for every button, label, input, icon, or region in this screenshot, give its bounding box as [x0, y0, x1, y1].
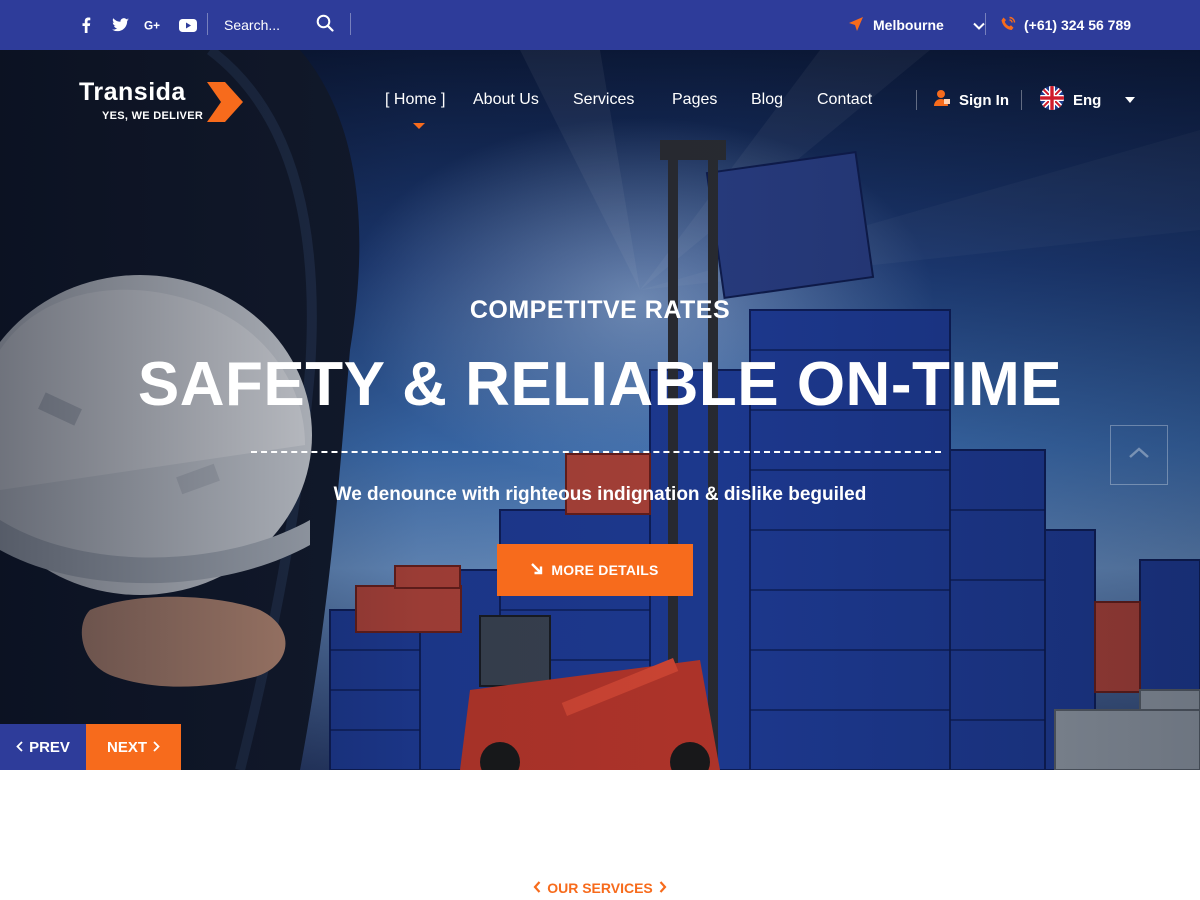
phone-number: (+61) 324 56 789 — [1024, 17, 1132, 33]
divider — [1021, 90, 1022, 110]
nav-services[interactable]: Services — [573, 88, 634, 112]
language-selector[interactable]: Eng — [1040, 86, 1136, 114]
nav-pages[interactable]: Pages — [672, 88, 717, 112]
site-logo[interactable]: Transida YES, WE DELIVER — [79, 78, 249, 126]
section-label: OUR SERVICES — [547, 880, 653, 896]
hero-headline: SAFETY & RELIABLE ON-TIME — [137, 350, 1063, 419]
hero-divider — [251, 451, 941, 453]
search-icon[interactable] — [316, 14, 334, 37]
nav-pages-link[interactable]: Pages — [672, 91, 717, 108]
nav-home-link[interactable]: [ Home ] — [385, 91, 445, 108]
active-caret-icon — [413, 123, 425, 129]
location-label: Melbourne — [873, 17, 944, 33]
chevron-right-icon — [153, 739, 160, 756]
top-bar: G+ Melbourne (+61) 324 56 789 — [0, 0, 1200, 50]
location-arrow-icon — [848, 16, 864, 35]
hero-subtitle: We denounce with righteous indignation &… — [333, 484, 867, 505]
user-icon — [933, 89, 951, 111]
chevron-up-icon — [1128, 446, 1150, 464]
hero-slider: Transida YES, WE DELIVER [ Home ] About … — [0, 50, 1200, 770]
nav-about-link[interactable]: About Us — [473, 91, 539, 108]
twitter-icon[interactable] — [110, 15, 130, 35]
prev-label: PREV — [29, 738, 70, 756]
nav-blog[interactable]: Blog — [751, 88, 783, 112]
more-details-button[interactable]: MORE DETAILS — [497, 544, 693, 596]
brand-tagline: YES, WE DELIVER — [102, 110, 204, 122]
slider-prev-button[interactable]: PREV — [0, 724, 86, 770]
scroll-to-top-button[interactable] — [1110, 425, 1168, 485]
nav-home[interactable]: [ Home ] — [385, 88, 445, 112]
social-links: G+ — [76, 0, 198, 50]
hero-eyebrow: COMPETITVE RATES — [469, 296, 731, 324]
chevron-down-icon — [973, 17, 985, 33]
divider — [207, 13, 208, 35]
divider — [916, 90, 917, 110]
nav-blog-link[interactable]: Blog — [751, 91, 783, 108]
divider — [985, 13, 986, 35]
divider — [350, 13, 351, 35]
google-plus-icon[interactable]: G+ — [144, 15, 164, 35]
chevron-left-icon — [533, 880, 541, 896]
logo-chevron-icon — [207, 82, 243, 127]
chevron-left-icon — [16, 739, 23, 756]
uk-flag-icon — [1040, 86, 1064, 114]
search-box — [224, 12, 340, 38]
caret-down-icon — [1125, 97, 1136, 103]
facebook-icon[interactable] — [76, 15, 96, 35]
location-selector[interactable]: Melbourne — [848, 0, 985, 50]
nav-contact-link[interactable]: Contact — [817, 91, 872, 108]
sign-in-label: Sign In — [959, 91, 1009, 109]
section-heading: OUR SERVICES — [0, 880, 1200, 896]
phone-icon — [1000, 16, 1016, 35]
search-input[interactable] — [224, 13, 312, 37]
nav-about[interactable]: About Us — [473, 88, 539, 112]
youtube-icon[interactable] — [178, 15, 198, 35]
nav-services-link[interactable]: Services — [573, 91, 634, 108]
sign-in-button[interactable]: Sign In — [933, 88, 1009, 112]
next-label: NEXT — [106, 738, 147, 756]
nav-contact[interactable]: Contact — [817, 88, 872, 112]
arrow-down-right-icon — [531, 562, 543, 578]
phone-contact[interactable]: (+61) 324 56 789 — [1000, 0, 1131, 50]
language-label: Eng — [1073, 91, 1102, 109]
slider-next-button[interactable]: NEXT — [86, 724, 181, 770]
more-details-label: MORE DETAILS — [551, 562, 659, 578]
svg-text:G+: G+ — [144, 19, 160, 32]
chevron-right-icon — [659, 880, 667, 896]
